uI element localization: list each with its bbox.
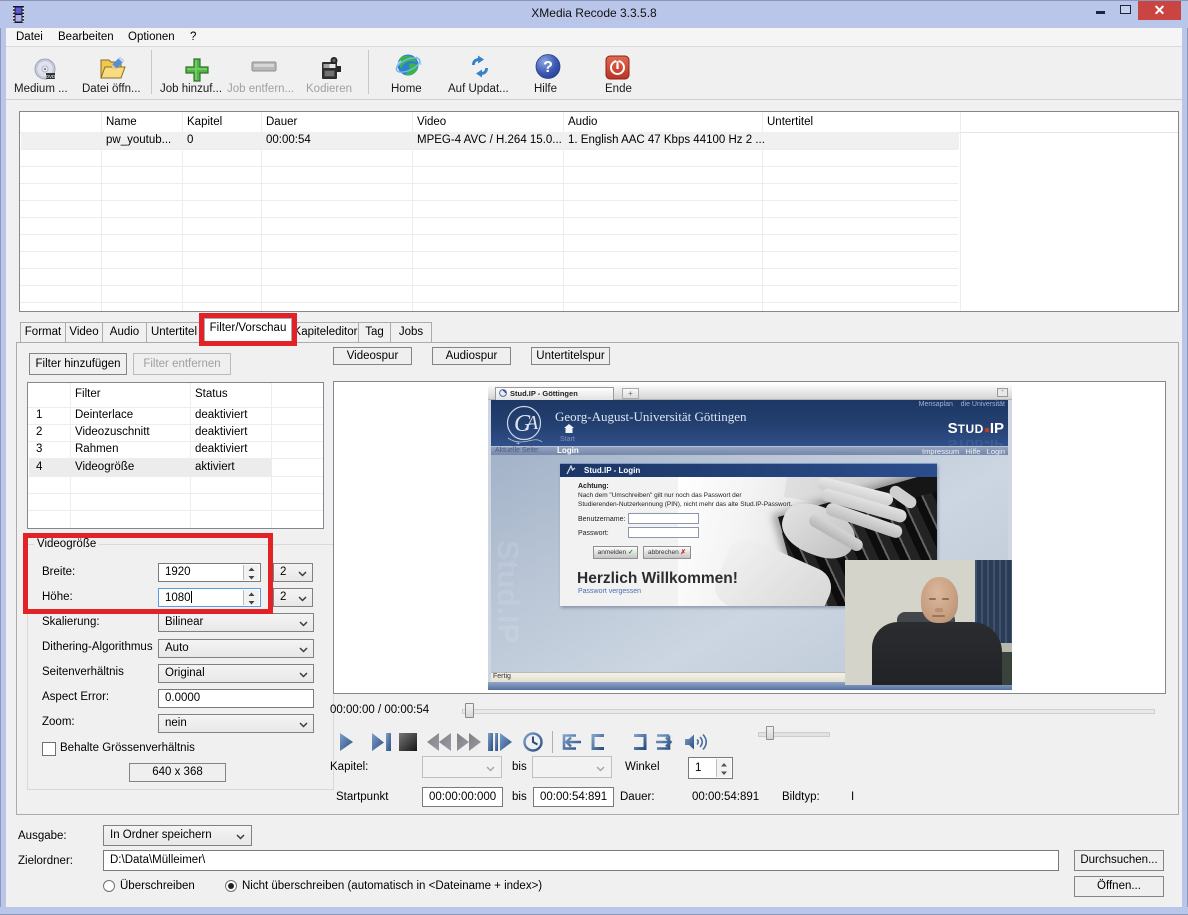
svg-text:A: A [524,412,539,434]
svg-text:?: ? [543,59,553,76]
svg-text:DVD: DVD [46,74,56,79]
